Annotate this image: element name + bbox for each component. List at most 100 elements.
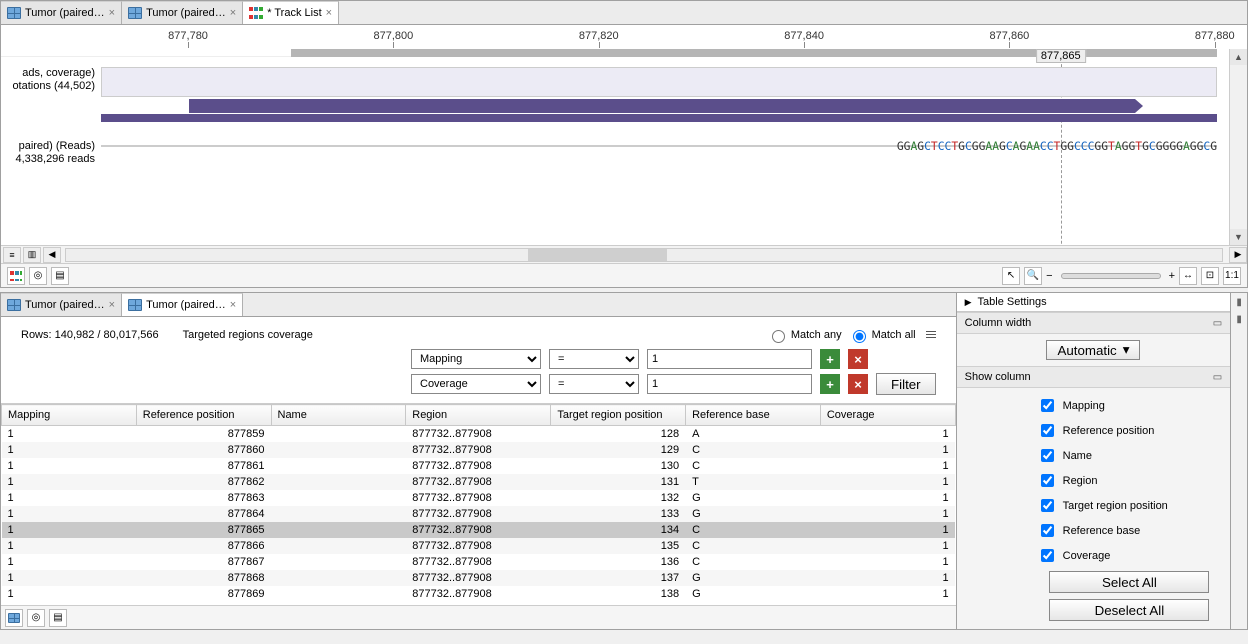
scroll-left[interactable]: ◀	[43, 247, 61, 263]
ruler-tick-label: 877,880	[1195, 30, 1235, 42]
zoom-tool-icon[interactable]: 🔍	[1024, 267, 1042, 285]
table-row[interactable]: 1877861877732..877908130C1	[2, 458, 956, 474]
bottom-tab-1[interactable]: Tumor (paired…×	[122, 293, 243, 316]
settings-title: Table Settings	[978, 296, 1047, 308]
table-row[interactable]: 1877863877732..877908132G1	[2, 490, 956, 506]
show-column-checkbox[interactable]: Mapping	[1037, 396, 1223, 415]
view-circular-icon[interactable]: ◎	[29, 267, 47, 285]
fit-width-icon[interactable]: ↔	[1179, 267, 1197, 285]
genome-ruler[interactable]: 877,780877,800877,820877,840877,860877,8…	[1, 25, 1217, 57]
column-header[interactable]: Name	[271, 405, 406, 426]
filter-row-0: Mapping = + ×	[411, 349, 936, 369]
show-column-label: Show column	[965, 371, 1031, 383]
ruler-tick-label: 877,860	[990, 30, 1030, 42]
column-header[interactable]: Reference position	[136, 405, 271, 426]
reference-sequence: GGAGCTCCTGCGGAAGCAGAACCTGGCCCGGTAGGTGCGG…	[897, 140, 1217, 153]
select-all-button[interactable]: Select All	[1049, 571, 1209, 593]
horizontal-scrollbar[interactable]	[65, 248, 1223, 262]
add-filter-button[interactable]: +	[820, 349, 840, 369]
table-row[interactable]: 1877864877732..877908133G1	[2, 506, 956, 522]
scroll-left-fast[interactable]: ≡	[3, 247, 21, 263]
filter-row-1: Coverage = + × Filter	[411, 373, 936, 395]
ruler-tick-label: 877,820	[579, 30, 619, 42]
rows-summary: Rows: 140,982 / 80,017,566	[21, 329, 159, 341]
reads-label-1: paired) (Reads)	[1, 140, 95, 153]
table-icon	[128, 7, 142, 19]
show-column-checkbox[interactable]: Coverage	[1037, 546, 1223, 565]
tracklist-icon	[249, 7, 263, 19]
show-column-collapse-icon[interactable]: ▭	[1213, 372, 1222, 383]
table-row[interactable]: 1877860877732..877908129C1	[2, 442, 956, 458]
show-column-checkbox[interactable]: Region	[1037, 471, 1223, 490]
close-icon[interactable]: ×	[109, 299, 115, 311]
coverage-table[interactable]: MappingReference positionNameRegionTarge…	[1, 404, 956, 602]
zoom-slider[interactable]	[1061, 273, 1161, 279]
filter-value-input[interactable]	[647, 349, 812, 369]
table-row[interactable]: 1877866877732..877908135C1	[2, 538, 956, 554]
view-report-icon[interactable]: ▤	[51, 267, 69, 285]
match-any-radio[interactable]: Match any	[767, 327, 842, 343]
table-icon	[128, 299, 142, 311]
filter-field-select[interactable]: Mapping	[411, 349, 541, 369]
ruler-tick-label: 877,840	[784, 30, 824, 42]
close-icon[interactable]: ×	[230, 7, 236, 19]
fit-selection-icon[interactable]: ⊡	[1201, 267, 1219, 285]
apply-filter-button[interactable]: Filter	[876, 373, 936, 395]
filter-op-select[interactable]: =	[549, 349, 639, 369]
table-row[interactable]: 1877868877732..877908137G1	[2, 570, 956, 586]
settings-expand-icon[interactable]: ▶	[965, 297, 972, 308]
show-column-checkbox[interactable]: Reference base	[1037, 521, 1223, 540]
add-filter-button[interactable]: +	[820, 374, 840, 394]
column-width-label: Column width	[965, 317, 1032, 329]
remove-filter-button[interactable]: ×	[848, 349, 868, 369]
top-tab-1[interactable]: Tumor (paired…×	[122, 1, 243, 24]
view-table-icon[interactable]	[5, 609, 23, 627]
pointer-tool-icon[interactable]: ↖	[1002, 267, 1020, 285]
track-vertical-scrollbar[interactable]: ▲▼	[1229, 49, 1247, 245]
coverage-track[interactable]: ads, coverage) otations (44,502)	[1, 67, 1217, 137]
reads-label-2: 4,338,296 reads	[1, 153, 95, 166]
filter-op-select[interactable]: =	[549, 374, 639, 394]
show-column-checkbox[interactable]: Target region position	[1037, 496, 1223, 515]
column-width-dropdown[interactable]: Automatic ▾	[1046, 340, 1140, 360]
deselect-all-button[interactable]: Deselect All	[1049, 599, 1209, 621]
show-column-checkbox[interactable]: Name	[1037, 446, 1223, 465]
column-header[interactable]: Mapping	[2, 405, 137, 426]
position-marker[interactable]: 877,865	[1036, 49, 1086, 63]
fit-1to1-icon[interactable]: 1:1	[1223, 267, 1241, 285]
top-tab-0[interactable]: Tumor (paired…×	[1, 1, 122, 24]
column-header[interactable]: Region	[406, 405, 551, 426]
scroll-right[interactable]: ▶	[1229, 247, 1247, 263]
reads-track[interactable]: 0 paired) (Reads) 4,338,296 reads GGAGCT…	[1, 140, 1217, 245]
table-row[interactable]: 1877865877732..877908134C1	[2, 522, 956, 538]
close-icon[interactable]: ×	[326, 7, 332, 19]
match-all-radio[interactable]: Match all	[848, 327, 916, 343]
show-column-checkbox[interactable]: Reference position	[1037, 421, 1223, 440]
column-header[interactable]: Target region position	[551, 405, 686, 426]
filter-field-select[interactable]: Coverage	[411, 374, 541, 394]
chevron-down-icon: ▾	[1123, 342, 1130, 358]
column-header[interactable]: Coverage	[820, 405, 955, 426]
filter-value-input[interactable]	[647, 374, 812, 394]
table-row[interactable]: 1877869877732..877908138G1	[2, 586, 956, 602]
top-tab-2[interactable]: * Track List×	[243, 1, 339, 24]
table-row[interactable]: 1877867877732..877908136C1	[2, 554, 956, 570]
bottom-tab-0[interactable]: Tumor (paired…×	[1, 293, 122, 316]
column-header[interactable]: Reference base	[686, 405, 821, 426]
table-row[interactable]: 1877859877732..877908128A1	[2, 426, 956, 443]
remove-filter-button[interactable]: ×	[848, 374, 868, 394]
side-handle-icon[interactable]: ▮	[1236, 314, 1242, 325]
column-width-collapse-icon[interactable]: ▭	[1213, 318, 1222, 329]
close-icon[interactable]: ×	[230, 299, 236, 311]
view-track-icon[interactable]	[7, 267, 25, 285]
table-row[interactable]: 1877862877732..877908131T1	[2, 474, 956, 490]
collapse-filters-icon[interactable]	[926, 331, 936, 339]
view-circular-icon-2[interactable]: ◎	[27, 609, 45, 627]
side-handle-icon[interactable]: ▮	[1236, 297, 1242, 308]
table-icon	[7, 299, 21, 311]
scroll-mode[interactable]: ▥	[23, 247, 41, 263]
view-report-icon-2[interactable]: ▤	[49, 609, 67, 627]
close-icon[interactable]: ×	[109, 7, 115, 19]
coverage-label-2: otations (44,502)	[1, 80, 95, 93]
coverage-label-1: ads, coverage)	[1, 67, 95, 80]
